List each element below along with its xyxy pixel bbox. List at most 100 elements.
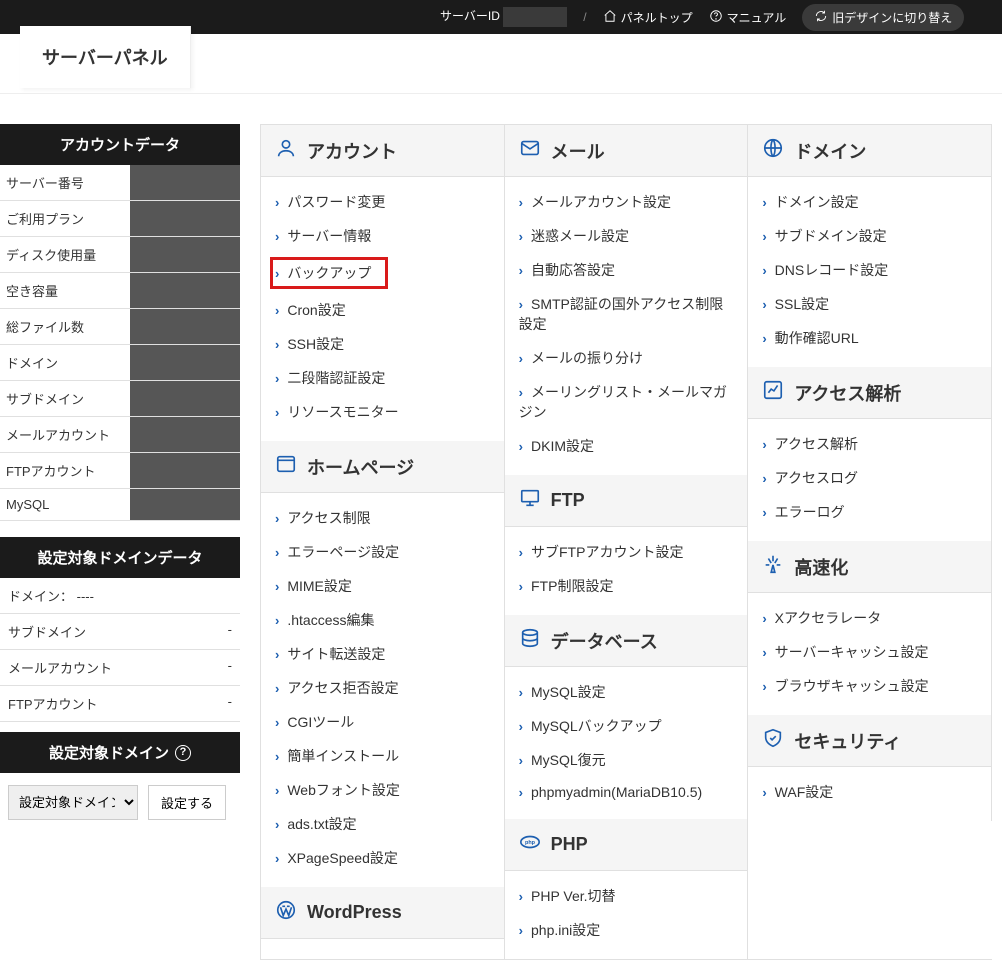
- category-item[interactable]: ›ブラウザキャッシュ設定: [762, 669, 977, 703]
- item-link[interactable]: ›CGIツール: [275, 712, 354, 732]
- item-link[interactable]: ›XPageSpeed設定: [275, 848, 398, 868]
- php-icon: php: [519, 831, 541, 858]
- category-item[interactable]: ›php.ini設定: [519, 913, 734, 947]
- category-item[interactable]: ›メールアカウント設定: [519, 185, 734, 219]
- item-link[interactable]: ›エラーページ設定: [275, 542, 399, 562]
- item-link[interactable]: ›簡単インストール: [275, 746, 399, 766]
- item-link[interactable]: ›サブドメイン設定: [762, 226, 886, 246]
- category-item[interactable]: ›サーバー情報: [275, 219, 490, 253]
- item-link[interactable]: ›phpmyadmin(MariaDB10.5): [519, 784, 703, 800]
- item-link[interactable]: ›メールアカウント設定: [519, 192, 671, 212]
- category-item[interactable]: ›アクセスログ: [762, 461, 977, 495]
- switch-design-button[interactable]: 旧デザインに切り替え: [802, 4, 964, 31]
- category-item[interactable]: ›自動応答設定: [519, 253, 734, 287]
- category-item[interactable]: ›アクセス拒否設定: [275, 671, 490, 705]
- category-item[interactable]: ›XPageSpeed設定: [275, 841, 490, 875]
- category-item[interactable]: ›SSH設定: [275, 327, 490, 361]
- category-item[interactable]: ›MIME設定: [275, 569, 490, 603]
- category-item[interactable]: ›アクセス解析: [762, 427, 977, 461]
- category-item[interactable]: ›PHP Ver.切替: [519, 879, 734, 913]
- item-link[interactable]: ›迷惑メール設定: [519, 226, 629, 246]
- category-item[interactable]: ›WAF設定: [762, 775, 977, 809]
- item-link[interactable]: ›MIME設定: [275, 576, 352, 596]
- category-item[interactable]: ›バックアップ: [275, 253, 490, 293]
- category-item[interactable]: ›サブFTPアカウント設定: [519, 535, 734, 569]
- item-link[interactable]: ›SMTP認証の国外アクセス制限設定: [519, 294, 734, 334]
- manual-link[interactable]: マニュアル: [709, 9, 787, 26]
- item-link[interactable]: ›FTP制限設定: [519, 576, 614, 596]
- category-item[interactable]: ›エラーページ設定: [275, 535, 490, 569]
- item-link[interactable]: ›ads.txt設定: [275, 814, 357, 834]
- item-link[interactable]: ›DKIM設定: [519, 436, 594, 456]
- category-item[interactable]: ›サブドメイン設定: [762, 219, 977, 253]
- category-item[interactable]: ›SSL設定: [762, 287, 977, 321]
- category-item[interactable]: ›.htaccess編集: [275, 603, 490, 637]
- item-link[interactable]: ›ブラウザキャッシュ設定: [762, 676, 928, 696]
- item-link[interactable]: ›アクセス解析: [762, 434, 858, 454]
- set-domain-button[interactable]: 設定する: [148, 785, 226, 820]
- item-link[interactable]: ›ドメイン設定: [762, 192, 858, 212]
- category-item[interactable]: ›FTP制限設定: [519, 569, 734, 603]
- item-link[interactable]: ›自動応答設定: [519, 260, 615, 280]
- item-link[interactable]: ›アクセス制限: [275, 508, 371, 528]
- category-item[interactable]: ›MySQL復元: [519, 743, 734, 777]
- item-link[interactable]: ›MySQL復元: [519, 750, 606, 770]
- item-link[interactable]: ›アクセス拒否設定: [275, 678, 399, 698]
- domain-select[interactable]: 設定対象ドメイン:: [8, 785, 138, 820]
- category-item[interactable]: ›ads.txt設定: [275, 807, 490, 841]
- item-link[interactable]: ›.htaccess編集: [275, 610, 374, 630]
- item-link[interactable]: ›PHP Ver.切替: [519, 886, 616, 906]
- category-item[interactable]: ›パスワード変更: [275, 185, 490, 219]
- item-link[interactable]: ›メールの振り分け: [519, 348, 643, 368]
- refresh-icon: [814, 9, 828, 26]
- category-item[interactable]: ›phpmyadmin(MariaDB10.5): [519, 777, 734, 807]
- item-link[interactable]: ›エラーログ: [762, 502, 844, 522]
- item-link[interactable]: ›サイト転送設定: [275, 644, 385, 664]
- item-link[interactable]: ›パスワード変更: [275, 192, 385, 212]
- panel-top-link[interactable]: パネルトップ: [603, 9, 693, 26]
- help-circle-icon[interactable]: ?: [175, 745, 191, 761]
- category-item[interactable]: ›CGIツール: [275, 705, 490, 739]
- category-item[interactable]: ›メールの振り分け: [519, 341, 734, 375]
- category-items: ›メールアカウント設定 ›迷惑メール設定 ›自動応答設定 ›SMTP認証の国外アクセス…: [505, 177, 748, 475]
- category-item[interactable]: ›MySQLバックアップ: [519, 709, 734, 743]
- item-link[interactable]: ›バックアップ: [275, 260, 374, 286]
- category-item[interactable]: ›二段階認証設定: [275, 361, 490, 395]
- item-link[interactable]: ›WAF設定: [762, 782, 833, 802]
- category-item[interactable]: ›迷惑メール設定: [519, 219, 734, 253]
- item-link[interactable]: ›Webフォント設定: [275, 780, 400, 800]
- category-item[interactable]: ›DNSレコード設定: [762, 253, 977, 287]
- item-link[interactable]: ›MySQL設定: [519, 682, 606, 702]
- category-item[interactable]: ›Webフォント設定: [275, 773, 490, 807]
- item-link[interactable]: ›SSL設定: [762, 294, 829, 314]
- category-item[interactable]: ›サイト転送設定: [275, 637, 490, 671]
- category-item[interactable]: ›ドメイン設定: [762, 185, 977, 219]
- item-link[interactable]: ›アクセスログ: [762, 468, 858, 488]
- item-link[interactable]: ›動作確認URL: [762, 328, 858, 348]
- item-link[interactable]: ›サーバー情報: [275, 226, 371, 246]
- category-item[interactable]: ›Xアクセラレータ: [762, 601, 977, 635]
- item-link[interactable]: ›リソースモニター: [275, 402, 399, 422]
- item-link[interactable]: ›二段階認証設定: [275, 368, 385, 388]
- item-link[interactable]: ›Cron設定: [275, 300, 346, 320]
- category-item[interactable]: ›DKIM設定: [519, 429, 734, 463]
- domain-data-row: メールアカウント-: [0, 650, 240, 686]
- category-item[interactable]: ›メーリングリスト・メールマガジン: [519, 375, 734, 429]
- item-link[interactable]: ›メーリングリスト・メールマガジン: [519, 382, 734, 422]
- item-link[interactable]: ›サブFTPアカウント設定: [519, 542, 684, 562]
- category-item[interactable]: ›簡単インストール: [275, 739, 490, 773]
- item-link[interactable]: ›Xアクセラレータ: [762, 608, 881, 628]
- item-link[interactable]: ›MySQLバックアップ: [519, 716, 662, 736]
- category-item[interactable]: ›Cron設定: [275, 293, 490, 327]
- category-item[interactable]: ›アクセス制限: [275, 501, 490, 535]
- category-item[interactable]: ›エラーログ: [762, 495, 977, 529]
- category-item[interactable]: ›サーバーキャッシュ設定: [762, 635, 977, 669]
- category-item[interactable]: ›SMTP認証の国外アクセス制限設定: [519, 287, 734, 341]
- item-link[interactable]: ›サーバーキャッシュ設定: [762, 642, 928, 662]
- category-item[interactable]: ›MySQL設定: [519, 675, 734, 709]
- category-item[interactable]: ›動作確認URL: [762, 321, 977, 355]
- item-link[interactable]: ›php.ini設定: [519, 920, 601, 940]
- item-link[interactable]: ›SSH設定: [275, 334, 344, 354]
- item-link[interactable]: ›DNSレコード設定: [762, 260, 888, 280]
- category-item[interactable]: ›リソースモニター: [275, 395, 490, 429]
